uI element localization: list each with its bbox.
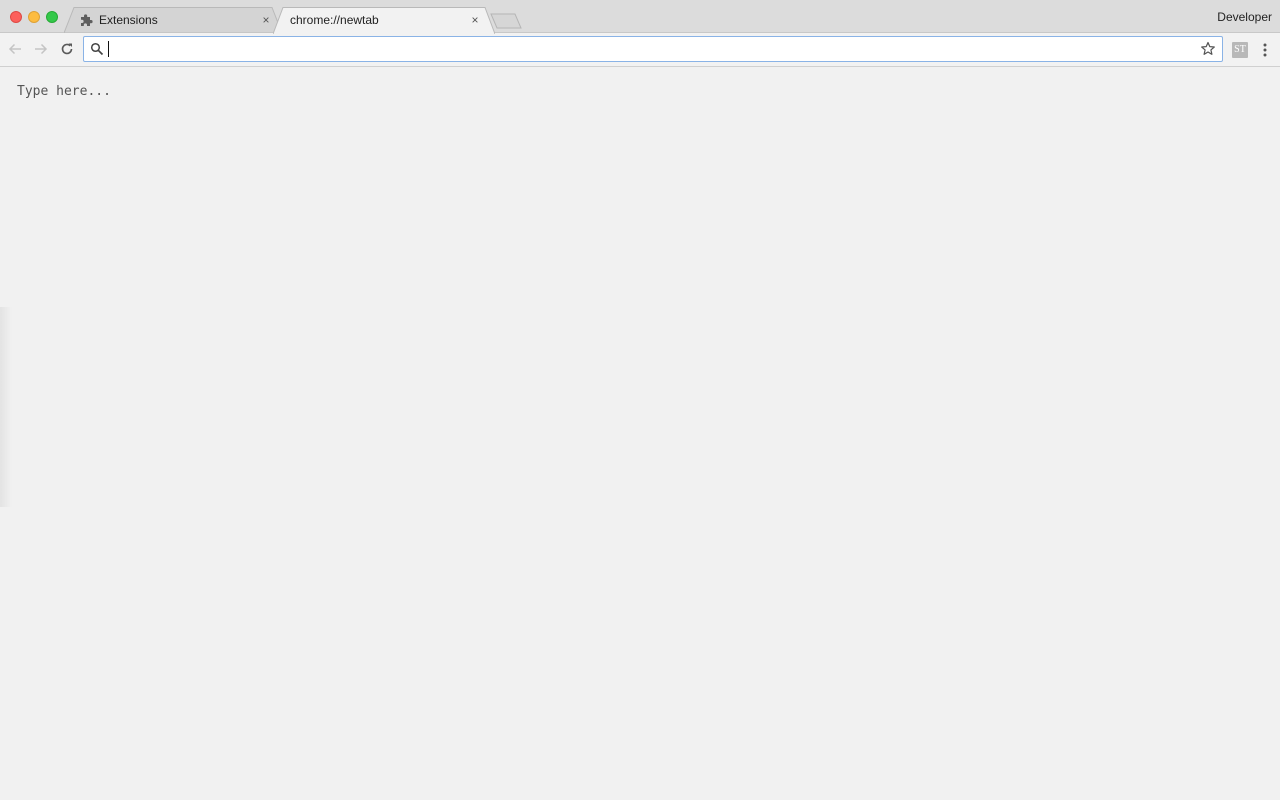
edge-shadow — [0, 307, 12, 507]
search-icon — [90, 42, 104, 56]
window-minimize-button[interactable] — [28, 11, 40, 23]
tab-shape — [64, 7, 282, 33]
tab-close-button[interactable]: × — [259, 13, 273, 27]
tab-close-button[interactable]: × — [468, 13, 482, 27]
page-content[interactable]: Type here... — [0, 67, 1280, 800]
editable-text-area[interactable]: Type here... — [17, 84, 111, 99]
reload-icon[interactable] — [58, 40, 76, 58]
puzzle-piece-icon — [81, 14, 93, 26]
tab-newtab[interactable]: chrome://newtab × — [273, 7, 495, 34]
tab-extensions[interactable]: Extensions × — [64, 7, 282, 33]
forward-arrow-icon[interactable] — [32, 40, 50, 58]
more-vert-menu-icon[interactable] — [1258, 41, 1272, 59]
tab-strip: Extensions × chrome://newtab × Developer — [0, 0, 1280, 34]
address-input[interactable] — [108, 39, 1198, 59]
browser-window: Extensions × chrome://newtab × Developer — [0, 0, 1280, 800]
back-arrow-icon[interactable] — [6, 40, 24, 58]
extension-icon[interactable]: ST — [1232, 42, 1248, 58]
profile-name[interactable]: Developer — [1217, 10, 1272, 24]
tab-title: Extensions — [99, 13, 158, 27]
tab-title: chrome://newtab — [290, 13, 379, 27]
text-caret — [108, 41, 109, 57]
toolbar: ST — [0, 33, 1280, 67]
window-maximize-button[interactable] — [46, 11, 58, 23]
bookmark-star-icon[interactable] — [1200, 41, 1216, 57]
address-bar[interactable] — [83, 36, 1223, 62]
window-close-button[interactable] — [10, 11, 22, 23]
